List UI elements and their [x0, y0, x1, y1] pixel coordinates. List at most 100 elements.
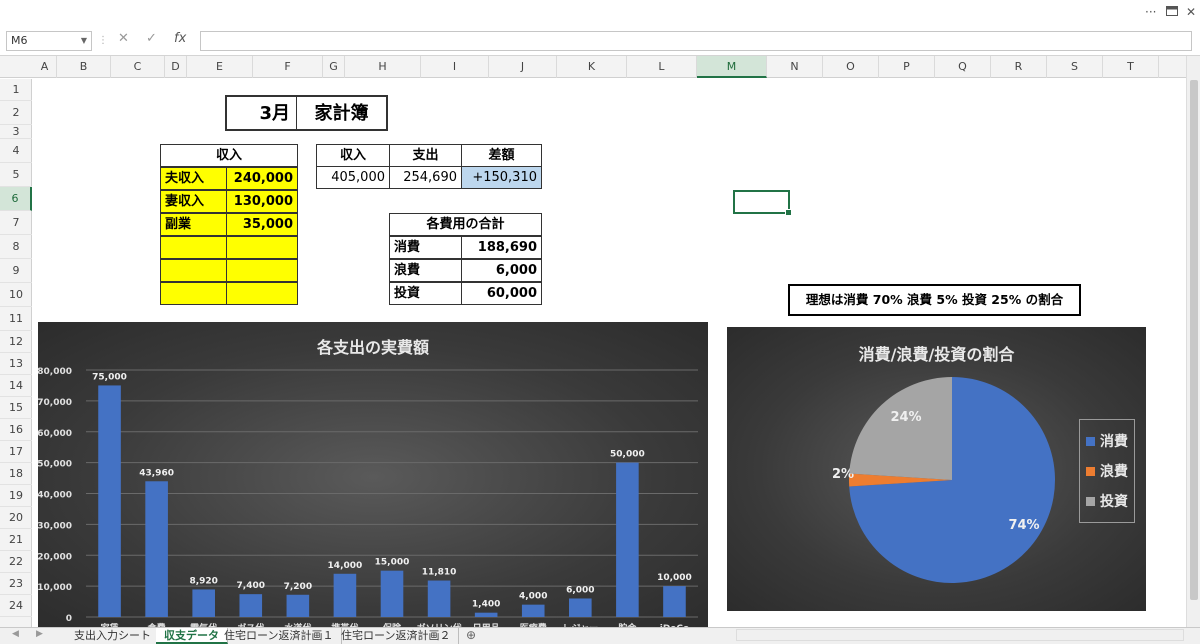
close-window-icon[interactable]: ✕	[1186, 5, 1196, 19]
column-header-a[interactable]: A	[33, 56, 57, 78]
column-header-n[interactable]: N	[767, 56, 823, 78]
cost-label-cell[interactable]: 浪費	[389, 259, 462, 282]
column-header-t[interactable]: T	[1103, 56, 1159, 78]
row-header-13[interactable]: 13	[0, 353, 32, 375]
row-header-9[interactable]: 9	[0, 259, 32, 283]
sheet-grid[interactable]: 3月 家計簿 収入 夫収入 240,000 妻収入 130,000 副業 35,000 収入…	[33, 79, 1186, 627]
column-header-m[interactable]: M	[697, 56, 767, 78]
legend-item[interactable]: 消費	[1086, 426, 1128, 456]
bar[interactable]	[98, 385, 121, 617]
row-header-18[interactable]: 18	[0, 463, 32, 485]
income-label-cell[interactable]: 副業	[160, 213, 227, 236]
income-label-cell[interactable]	[160, 236, 227, 259]
bar[interactable]	[521, 604, 545, 617]
row-header-14[interactable]: 14	[0, 375, 32, 397]
cancel-icon[interactable]: ✕	[118, 31, 129, 46]
row-header-7[interactable]: 7	[0, 211, 32, 235]
column-header-d[interactable]: D	[165, 56, 187, 78]
bar[interactable]	[192, 589, 215, 617]
column-header-c[interactable]: C	[111, 56, 165, 78]
column-header-h[interactable]: H	[345, 56, 421, 78]
row-header-11[interactable]: 11	[0, 307, 32, 331]
column-header-r[interactable]: R	[991, 56, 1047, 78]
column-header-i[interactable]: I	[421, 56, 489, 78]
summary-value-2[interactable]: +150,310	[461, 166, 542, 189]
income-value-cell[interactable]: 240,000	[226, 167, 298, 190]
row-header-17[interactable]: 17	[0, 441, 32, 463]
sheet-tab-3[interactable]: 住宅ローン返済計画２	[333, 628, 460, 644]
column-header-q[interactable]: Q	[935, 56, 991, 78]
row-header-16[interactable]: 16	[0, 419, 32, 441]
tab-next-icon[interactable]: ▶	[36, 629, 43, 639]
row-header-4[interactable]: 4	[0, 139, 32, 163]
bar[interactable]	[427, 580, 451, 617]
row-header-3[interactable]: 3	[0, 125, 32, 139]
legend-item[interactable]: 浪費	[1086, 456, 1128, 486]
sheet-tab-0[interactable]: 支出入力シート	[66, 628, 160, 644]
summary-value-0[interactable]: 405,000	[316, 166, 390, 189]
add-sheet-icon[interactable]: ⊕	[466, 628, 476, 642]
cost-value-cell[interactable]: 6,000	[461, 259, 542, 282]
insert-function-icon[interactable]: fx	[174, 31, 186, 46]
cost-label-cell[interactable]: 投資	[389, 282, 462, 305]
ratio-pie-chart[interactable]: 消費/浪費/投資の割合 74% 2% 24% 消費 浪費 投資	[727, 327, 1146, 611]
sheet-tab-2[interactable]: 住宅ローン返済計画１	[216, 628, 343, 644]
column-header-p[interactable]: P	[879, 56, 935, 78]
income-value-cell[interactable]	[226, 236, 298, 259]
expense-bar-chart[interactable]: 各支出の実費額 0 10,000 20,000 30,000 40,000 50,000 6…	[38, 322, 708, 627]
column-header-j[interactable]: J	[489, 56, 557, 78]
horizontal-scrollbar[interactable]	[736, 629, 1184, 641]
column-header-f[interactable]: F	[253, 56, 323, 78]
formula-input[interactable]	[200, 31, 1192, 51]
row-header-21[interactable]: 21	[0, 529, 32, 551]
row-header-20[interactable]: 20	[0, 507, 32, 529]
vertical-scrollbar[interactable]	[1186, 56, 1200, 628]
bar[interactable]	[333, 573, 357, 617]
row-header-12[interactable]: 12	[0, 331, 32, 353]
column-header-b[interactable]: B	[57, 56, 111, 78]
ideal-ratio-note[interactable]: 理想は消費 70% 浪費 5% 投資 25% の割合	[788, 284, 1081, 316]
bar[interactable]	[569, 598, 592, 617]
income-value-cell[interactable]: 35,000	[226, 213, 298, 236]
column-header-l[interactable]: L	[627, 56, 697, 78]
ribbon-display-icon[interactable]	[1166, 5, 1178, 19]
income-label-cell[interactable]	[160, 259, 227, 282]
cost-value-cell[interactable]: 188,690	[461, 236, 542, 259]
income-value-cell[interactable]	[226, 282, 298, 305]
row-header-19[interactable]: 19	[0, 485, 32, 507]
income-value-cell[interactable]	[226, 259, 298, 282]
enter-icon[interactable]: ✓	[146, 31, 157, 46]
row-header-6[interactable]: 6	[0, 187, 32, 211]
bar[interactable]	[616, 462, 639, 617]
row-header-2[interactable]: 2	[0, 101, 32, 125]
cost-header[interactable]: 各費用の合計	[389, 213, 542, 236]
bar[interactable]	[380, 570, 404, 617]
column-header-o[interactable]: O	[823, 56, 879, 78]
income-header[interactable]: 収入	[160, 144, 298, 167]
legend-item[interactable]: 投資	[1086, 486, 1128, 516]
vertical-scroll-thumb[interactable]	[1190, 80, 1198, 600]
bar[interactable]	[286, 594, 310, 617]
bar[interactable]	[145, 481, 168, 617]
income-label-cell[interactable]: 妻収入	[160, 190, 227, 213]
name-box-dropdown-icon[interactable]: ▼	[81, 32, 87, 50]
summary-value-1[interactable]: 254,690	[389, 166, 462, 189]
income-value-cell[interactable]: 130,000	[226, 190, 298, 213]
column-header-s[interactable]: S	[1047, 56, 1103, 78]
pie-slice-2[interactable]	[849, 377, 952, 480]
name-box[interactable]: M6 ▼	[6, 31, 92, 51]
selected-cell-m6[interactable]	[733, 190, 792, 216]
bar[interactable]	[239, 594, 263, 617]
cost-value-cell[interactable]: 60,000	[461, 282, 542, 305]
summary-header-1[interactable]: 支出	[389, 144, 462, 167]
bar[interactable]	[663, 586, 686, 617]
row-header-15[interactable]: 15	[0, 397, 32, 419]
bar[interactable]	[474, 612, 498, 617]
column-header-k[interactable]: K	[557, 56, 627, 78]
title-cell[interactable]: 家計簿	[296, 95, 388, 131]
row-header-23[interactable]: 23	[0, 573, 32, 595]
tab-prev-icon[interactable]: ◀	[12, 629, 19, 639]
summary-header-0[interactable]: 収入	[316, 144, 390, 167]
row-header-22[interactable]: 22	[0, 551, 32, 573]
summary-header-2[interactable]: 差額	[461, 144, 542, 167]
